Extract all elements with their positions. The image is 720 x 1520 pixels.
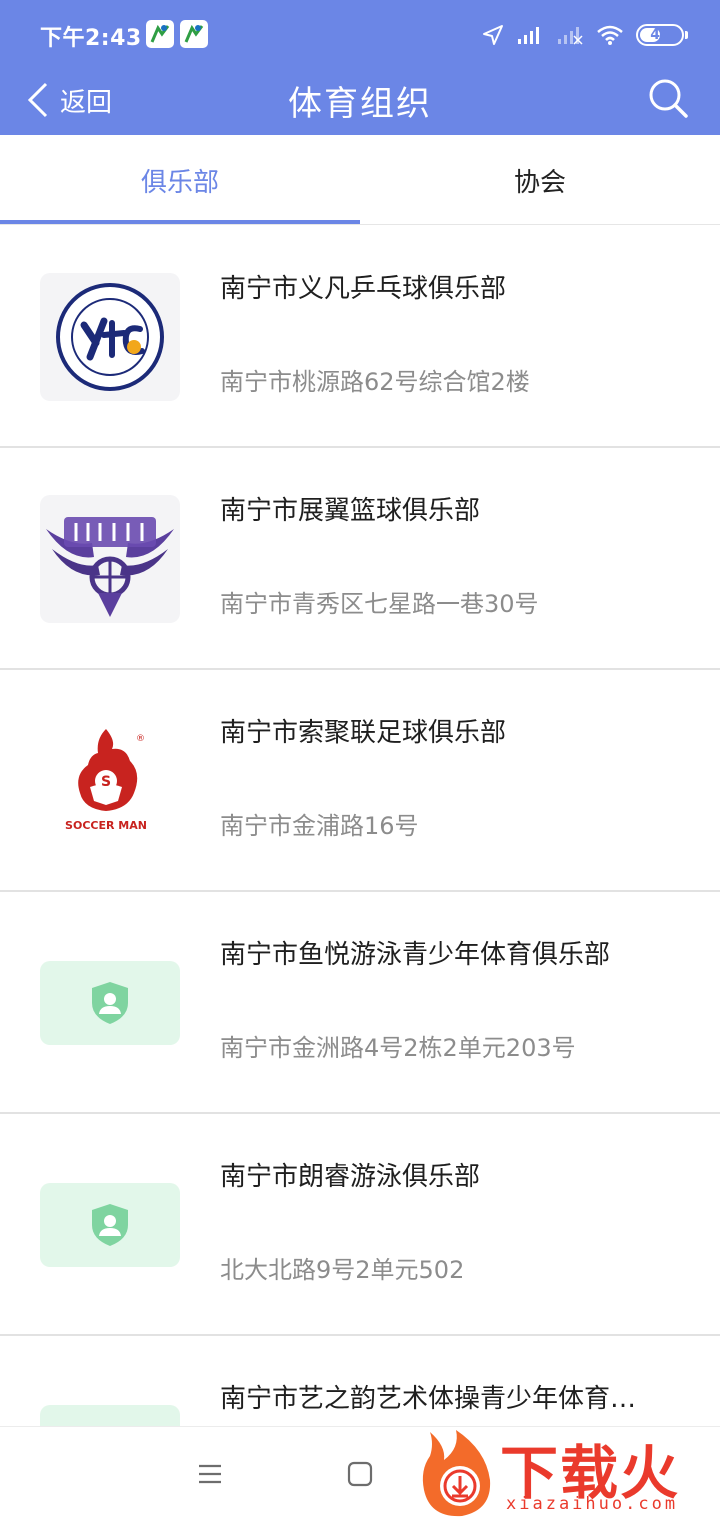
club-name: 南宁市索聚联足球俱乐部	[220, 718, 507, 748]
notification-app-icon	[180, 20, 208, 48]
status-icons: 49	[482, 20, 688, 50]
shield-user-icon	[92, 1204, 128, 1246]
yifan-table-tennis-logo	[56, 283, 164, 391]
club-address: 南宁市青秀区七星路一巷30号	[220, 590, 539, 618]
club-list: 南宁市义凡乒乓球俱乐部 南宁市桃源路62号综合馆2楼 南宁市展翼篮球俱乐部 南宁…	[0, 226, 720, 1426]
wifi-icon	[597, 25, 623, 45]
club-name: 南宁市鱼悦游泳青少年体育俱乐部	[220, 940, 611, 970]
watermark: 下载火 xiazaihuo.com	[416, 1424, 716, 1520]
club-logo-placeholder	[40, 961, 180, 1045]
svg-text:®: ®	[136, 734, 145, 744]
soccer-man-logo: S ® SOCCER MAN	[65, 729, 147, 832]
club-logo-placeholder	[40, 1183, 180, 1267]
battery-level: 49	[650, 27, 670, 43]
club-logo-placeholder	[40, 1405, 180, 1426]
club-address: 南宁市金浦路16号	[220, 812, 419, 840]
club-name: 南宁市展翼篮球俱乐部	[220, 496, 481, 526]
shield-user-icon	[92, 982, 128, 1024]
battery-indicator: 49	[636, 24, 688, 46]
signal-no-service-icon	[558, 27, 583, 45]
list-item[interactable]: 南宁市艺之韵艺术体操青少年体育…	[0, 1336, 720, 1426]
list-item[interactable]: 南宁市义凡乒乓球俱乐部 南宁市桃源路62号综合馆2楼	[0, 226, 720, 448]
club-name: 南宁市义凡乒乓球俱乐部	[220, 274, 507, 304]
svg-text:S: S	[101, 774, 111, 790]
notification-app-icon	[146, 20, 174, 48]
search-icon	[649, 79, 688, 118]
app-header: 下午2:43 49 返回 体育组织	[0, 0, 720, 135]
list-item[interactable]: 南宁市鱼悦游泳青少年体育俱乐部 南宁市金洲路4号2栋2单元203号	[0, 892, 720, 1114]
location-icon	[483, 25, 503, 45]
active-tab-indicator	[0, 220, 360, 224]
tab-clubs[interactable]: 俱乐部	[0, 135, 360, 225]
signal-icon	[518, 27, 539, 44]
svg-text:SOCCER MAN: SOCCER MAN	[65, 819, 147, 832]
tab-associations[interactable]: 协会	[360, 135, 720, 225]
list-item[interactable]: 南宁市展翼篮球俱乐部 南宁市青秀区七星路一巷30号	[0, 448, 720, 670]
club-address: 北大北路9号2单元502	[220, 1256, 465, 1284]
home-square-icon	[347, 1461, 373, 1487]
list-item[interactable]: 南宁市朗睿游泳俱乐部 北大北路9号2单元502	[0, 1114, 720, 1336]
club-name: 南宁市朗睿游泳俱乐部	[220, 1162, 481, 1192]
club-logo	[40, 273, 180, 401]
home-button[interactable]	[340, 1457, 380, 1491]
list-item[interactable]: S ® SOCCER MAN 南宁市索聚联足球俱乐部 南宁市金浦路16号	[0, 670, 720, 892]
menu-button[interactable]	[190, 1457, 230, 1491]
status-bar: 下午2:43 49	[0, 0, 720, 70]
page-title: 体育组织	[288, 84, 432, 124]
watermark-url: xiazaihuo.com	[506, 1494, 679, 1514]
menu-icon	[199, 1464, 221, 1484]
tab-bar: 俱乐部 协会	[0, 135, 720, 225]
status-time: 下午2:43	[40, 26, 142, 51]
zhanyi-basketball-logo	[46, 517, 174, 617]
club-name: 南宁市艺之韵艺术体操青少年体育…	[220, 1384, 637, 1414]
club-logo: S ® SOCCER MAN	[40, 717, 180, 845]
club-logo	[40, 495, 180, 623]
club-address: 南宁市桃源路62号综合馆2楼	[220, 368, 530, 396]
search-button[interactable]	[646, 76, 690, 120]
club-address: 南宁市金洲路4号2栋2单元203号	[220, 1034, 576, 1062]
flame-logo-icon	[422, 1430, 491, 1517]
nav-bar: 返回 体育组织	[0, 70, 720, 135]
